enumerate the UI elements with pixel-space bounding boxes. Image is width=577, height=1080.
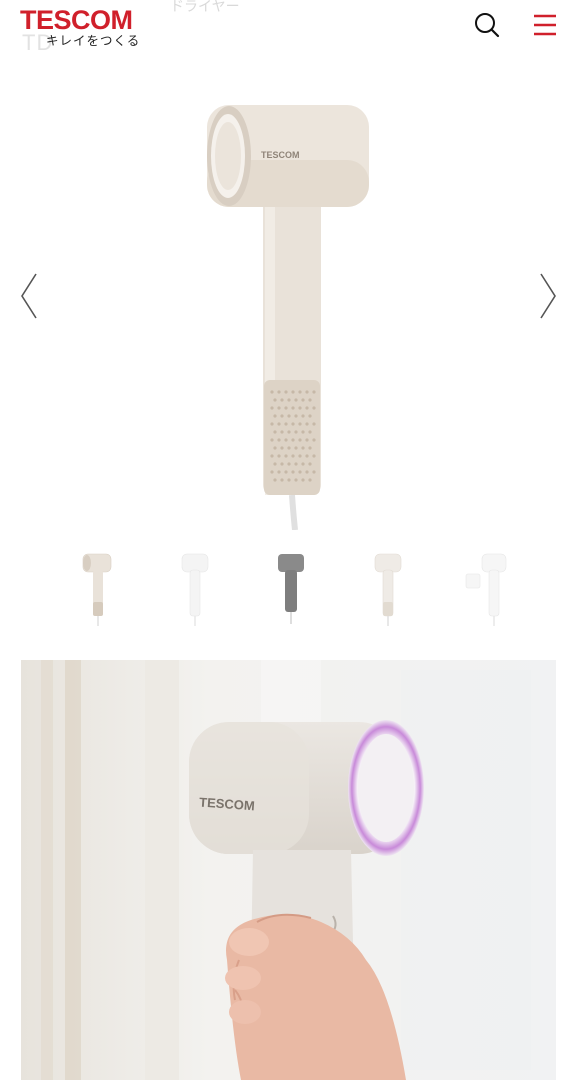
- thumbnail-dryer-image: [278, 554, 304, 624]
- thumbnail-2[interactable]: [170, 548, 218, 630]
- air-intake-grille: [264, 380, 320, 495]
- search-button[interactable]: [470, 8, 504, 42]
- hand-holding-dryer-image: TESCOM: [21, 660, 556, 1080]
- tescom-logo[interactable]: TESCOM キレイをつくる: [20, 6, 180, 52]
- thumbnail-4[interactable]: [363, 548, 411, 630]
- thumbnail-dryer-image: [374, 553, 402, 626]
- thumbnail-5[interactable]: [462, 548, 510, 630]
- logo-wordmark: TESCOM: [20, 5, 133, 35]
- product-brand-label: TESCOM: [261, 150, 300, 160]
- carousel-next-button[interactable]: [535, 270, 561, 322]
- search-icon: [475, 13, 500, 38]
- site-header: ドライヤー TD TESCOM キレイをつくる: [0, 0, 577, 60]
- menu-button[interactable]: [528, 8, 562, 42]
- thumbnail-dryer-image: [465, 553, 507, 626]
- chevron-left-icon: [21, 273, 37, 319]
- lifestyle-photo: TESCOM: [21, 660, 556, 1080]
- hamburger-menu-icon: [534, 14, 556, 36]
- thumbnail-3[interactable]: [266, 548, 314, 630]
- carousel-prev-button[interactable]: [16, 270, 42, 322]
- thumbnail-dryer-image: [82, 553, 112, 626]
- hair-dryer-product-image: TESCOM: [207, 105, 369, 530]
- thumbnail-strip: [0, 548, 577, 638]
- thumbnail-1[interactable]: [73, 548, 121, 630]
- thumbnail-dryer-image: [181, 553, 209, 626]
- chevron-right-icon: [540, 273, 556, 319]
- product-image-carousel[interactable]: TESCOM: [0, 60, 577, 530]
- logo-tagline: キレイをつくる: [46, 33, 141, 48]
- faded-product-title: ドライヤー: [170, 0, 240, 15]
